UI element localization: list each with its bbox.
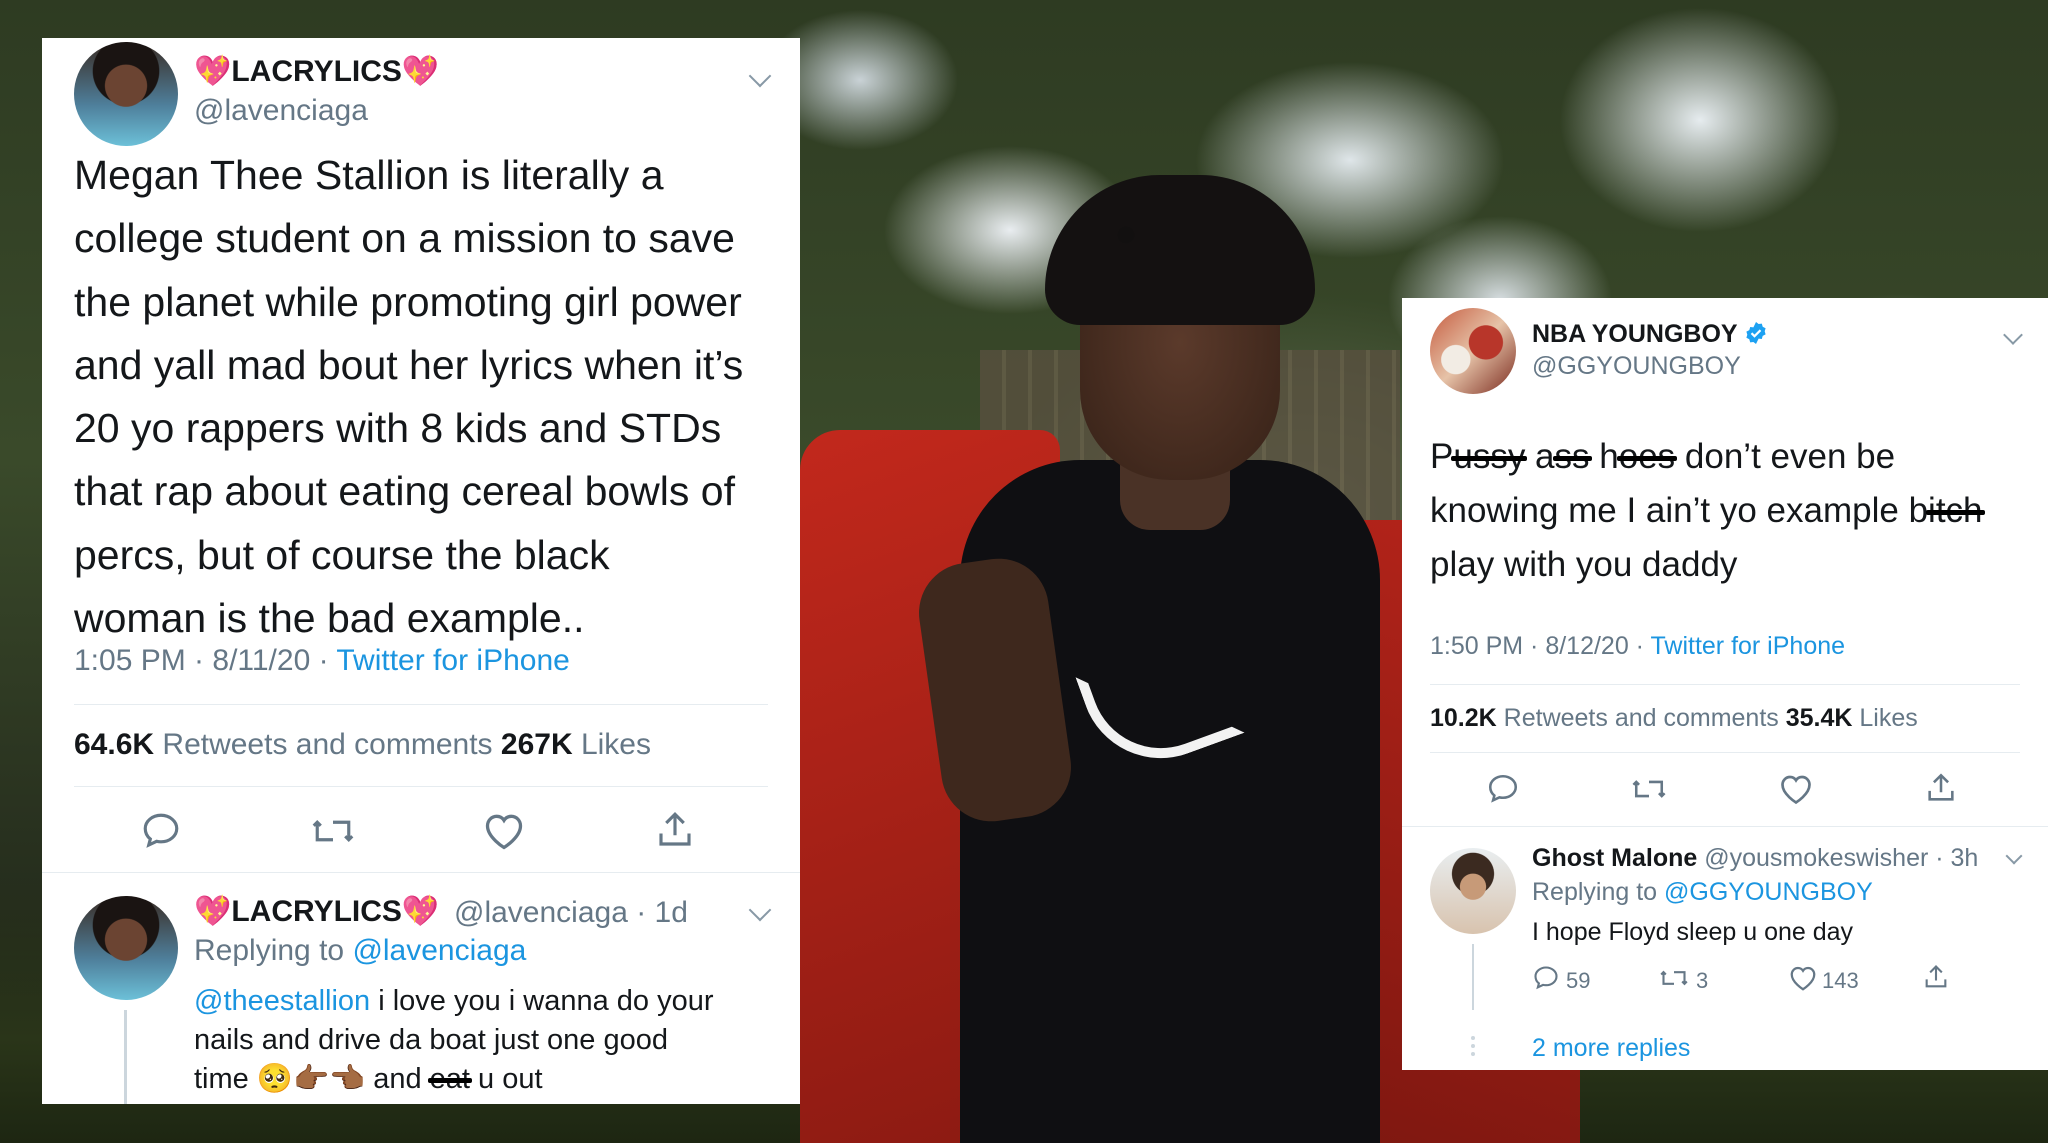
tweet-card-lacrylics: 💖LACRYLICS💖 @lavenciaga Megan Thee Stall…	[42, 38, 800, 1104]
divider	[1430, 752, 2020, 753]
struck-word: itch	[1928, 491, 1983, 530]
like-icon[interactable]	[1778, 772, 1814, 806]
divider	[42, 872, 800, 873]
thread-line	[1472, 944, 1474, 1010]
retweet-icon[interactable]	[1658, 964, 1690, 992]
reply-handle-time[interactable]: @lavenciaga · 1d	[454, 896, 688, 930]
share-icon[interactable]	[654, 808, 696, 852]
replying-to: Replying to @lavenciaga	[194, 934, 527, 967]
user-handle[interactable]: @lavenciaga	[194, 94, 368, 128]
avatar[interactable]	[1430, 308, 1516, 394]
divider	[74, 786, 768, 787]
tweet-card-nba-youngboy: NBA YOUNGBOY @GGYOUNGBOY Pussy ass hoes …	[1402, 298, 2048, 1070]
divider	[1402, 826, 2048, 827]
share-icon[interactable]	[1924, 770, 1958, 806]
reply-like-count: 143	[1822, 968, 1859, 993]
mention-link[interactable]: @theestallion	[194, 985, 370, 1017]
source-link[interactable]: Twitter for iPhone	[336, 644, 569, 677]
divider	[1430, 684, 2020, 685]
reply-retweet-count: 3	[1696, 968, 1709, 993]
struck-word: ss	[1554, 437, 1590, 476]
verified-badge-icon	[1744, 321, 1768, 352]
tweet-timestamp: 1:05 PM · 8/11/20 · Twitter for iPhone	[74, 644, 570, 677]
thread-dots	[1470, 1036, 1476, 1056]
reply-icon[interactable]	[1486, 772, 1520, 806]
replying-handle-link[interactable]: @lavenciaga	[352, 934, 526, 967]
chevron-down-icon[interactable]	[2005, 847, 2023, 865]
reply-comment-count: 59	[1566, 968, 1591, 993]
struck-word: oes	[1618, 437, 1676, 476]
reply-text: I hope Floyd sleep u one day	[1532, 918, 1854, 946]
divider	[74, 704, 768, 705]
struck-word: ussy	[1453, 437, 1526, 476]
reply-icon[interactable]	[140, 810, 182, 852]
person-hair	[1045, 175, 1315, 325]
replying-handle-link[interactable]: @GGYOUNGBOY	[1664, 878, 1873, 906]
avatar[interactable]	[74, 42, 178, 146]
reply-text: @theestallion i love you i wanna do your…	[194, 985, 714, 1095]
replying-to: Replying to @GGYOUNGBOY	[1532, 878, 1873, 906]
thread-line	[124, 1010, 127, 1104]
reply-handle-time[interactable]: @yousmokeswisher · 3h	[1697, 844, 1978, 872]
retweet-icon[interactable]	[310, 810, 356, 852]
reply-icon[interactable]	[1532, 964, 1560, 992]
emoji-sequence: 🥺👉🏾👈🏾	[256, 1063, 366, 1095]
like-icon[interactable]	[1788, 964, 1818, 992]
display-name[interactable]: 💖LACRYLICS💖	[194, 54, 439, 89]
tweet-timestamp: 1:50 PM · 8/12/20 · Twitter for iPhone	[1430, 632, 1846, 660]
tweet-text: Pussy ass hoes don’t even be knowing me …	[1430, 437, 1983, 584]
display-name[interactable]: NBA YOUNGBOY	[1532, 320, 1768, 352]
share-icon[interactable]	[1922, 962, 1950, 992]
reply-display-name[interactable]: 💖LACRYLICS💖	[194, 894, 439, 929]
source-link[interactable]: Twitter for iPhone	[1651, 632, 1846, 660]
chevron-down-icon[interactable]	[748, 64, 772, 88]
reply-avatar[interactable]	[1430, 848, 1516, 934]
like-icon[interactable]	[482, 810, 526, 852]
tweet-text: Megan Thee Stallion is literally a colle…	[74, 152, 744, 642]
reply-avatar[interactable]	[74, 896, 178, 1000]
chevron-down-icon[interactable]	[2003, 325, 2023, 345]
retweet-icon[interactable]	[1630, 772, 1668, 806]
tweet-stats[interactable]: 64.6K Retweets and comments 267K Likes	[74, 728, 651, 762]
struck-word: eat	[429, 1063, 470, 1095]
reply-display-name[interactable]: Ghost Malone @yousmokeswisher · 3h	[1532, 844, 1978, 873]
more-replies-link[interactable]: 2 more replies	[1532, 1034, 1690, 1063]
user-handle[interactable]: @GGYOUNGBOY	[1532, 352, 1741, 381]
tweet-stats[interactable]: 10.2K Retweets and comments 35.4K Likes	[1430, 704, 1918, 733]
chevron-down-icon[interactable]	[748, 898, 772, 922]
